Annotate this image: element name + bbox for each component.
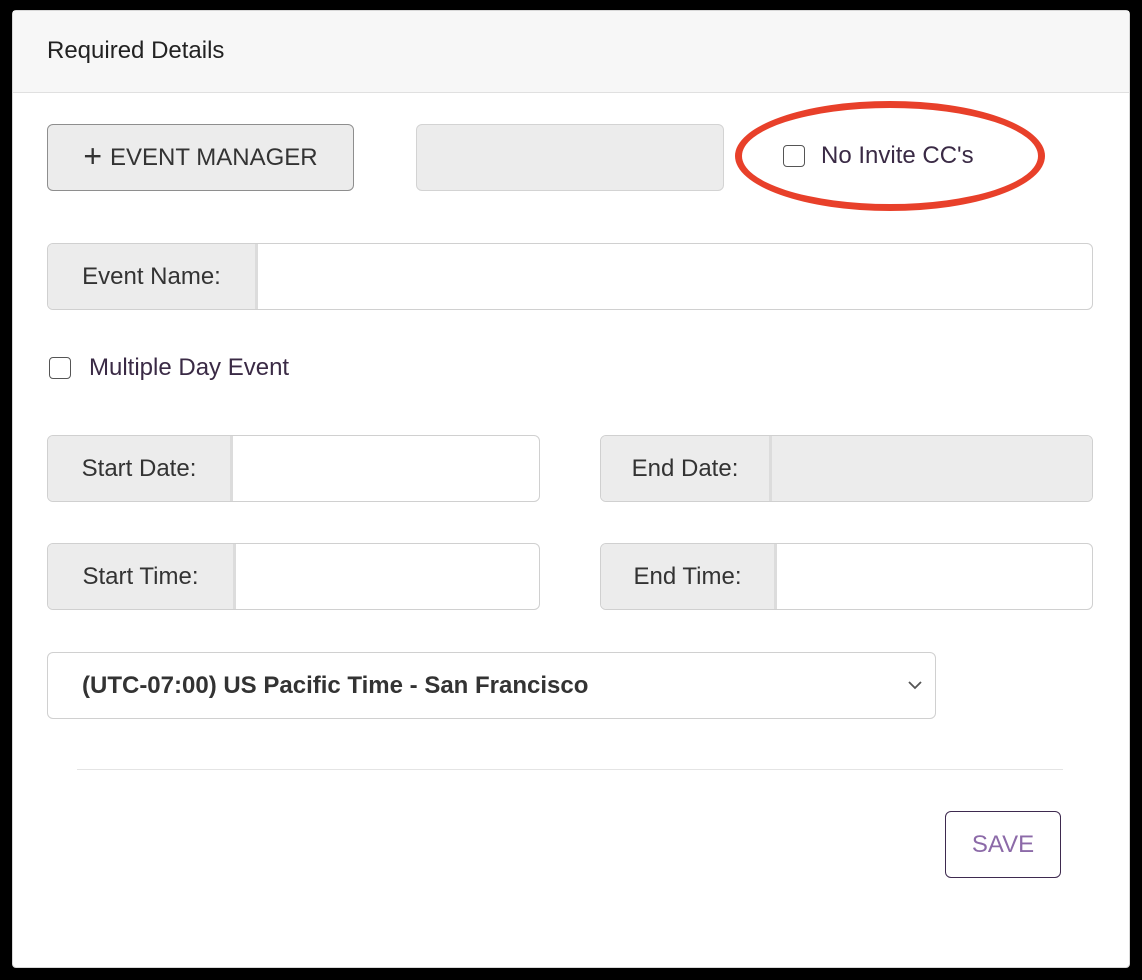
end-time-group: End Time: bbox=[600, 543, 1093, 610]
multiple-day-label: Multiple Day Event bbox=[89, 354, 290, 381]
event-name-input[interactable] bbox=[258, 244, 1092, 309]
start-date-group: Start Date: bbox=[47, 435, 540, 502]
start-time-label: Start Time: bbox=[48, 544, 236, 609]
chevron-down-icon bbox=[908, 681, 922, 690]
multiple-day-option[interactable]: Multiple Day Event bbox=[49, 354, 289, 382]
no-invite-cc-label: No Invite CC's bbox=[821, 142, 974, 169]
add-event-manager-button[interactable]: + EVENT MANAGER bbox=[47, 124, 354, 191]
start-date-label: Start Date: bbox=[48, 436, 233, 501]
panel-header: Required Details bbox=[13, 11, 1129, 93]
save-button[interactable]: SAVE bbox=[945, 811, 1061, 878]
event-name-label: Event Name: bbox=[48, 244, 258, 309]
end-date-input bbox=[772, 436, 1092, 501]
no-invite-cc-option[interactable]: No Invite CC's bbox=[783, 142, 974, 170]
plus-icon: + bbox=[83, 138, 103, 174]
start-date-input[interactable] bbox=[233, 436, 539, 501]
end-date-group: End Date: bbox=[600, 435, 1093, 502]
event-manager-field bbox=[416, 124, 724, 191]
multiple-day-checkbox[interactable] bbox=[49, 357, 71, 379]
panel-title: Required Details bbox=[47, 37, 225, 64]
timezone-selected-value: (UTC-07:00) US Pacific Time - San Franci… bbox=[82, 671, 589, 699]
start-time-group: Start Time: bbox=[47, 543, 540, 610]
required-details-panel: Required Details + EVENT MANAGER No Invi… bbox=[12, 10, 1130, 968]
timezone-select[interactable]: (UTC-07:00) US Pacific Time - San Franci… bbox=[47, 652, 936, 719]
no-invite-cc-checkbox[interactable] bbox=[783, 145, 805, 167]
end-time-input[interactable] bbox=[777, 544, 1092, 609]
add-event-manager-label: EVENT MANAGER bbox=[110, 143, 318, 171]
divider bbox=[77, 769, 1063, 770]
start-time-input[interactable] bbox=[236, 544, 539, 609]
event-name-group: Event Name: bbox=[47, 243, 1093, 310]
end-date-label: End Date: bbox=[601, 436, 772, 501]
end-time-label: End Time: bbox=[601, 544, 777, 609]
